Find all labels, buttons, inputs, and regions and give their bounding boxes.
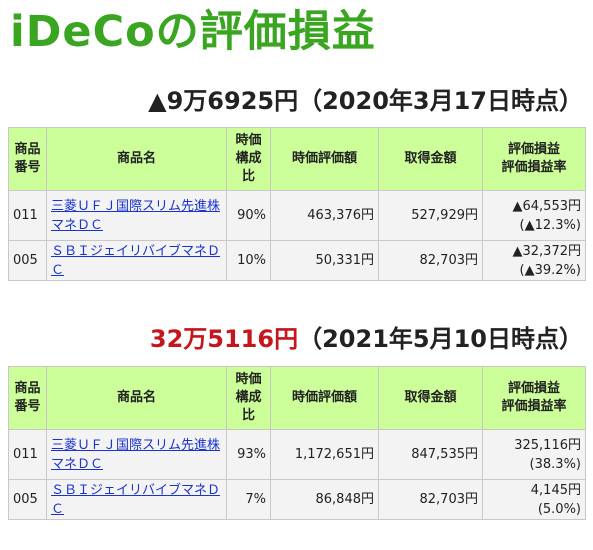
section1-table: 商品 番号 商品名 時価 構成比 時価評価額 取得金額 評価損益 評価損益率 011 …: [8, 127, 586, 281]
header-cost: 取得金額: [378, 366, 483, 430]
row-code: 011: [8, 190, 47, 241]
header-name: 商品名: [46, 127, 227, 191]
row-gain: ▲32,372円 (▲39.2%): [482, 240, 586, 281]
fund-link[interactable]: 三菱ＵＦＪ国際スリム先進株マネＤＣ: [51, 199, 220, 233]
table-row: 005 ＳＢＩジェイリバイブマネＤＣ 7% 86,848円 82,703円 4,…: [8, 479, 586, 520]
row-market: 463,376円: [270, 190, 379, 241]
table-header-row: 商品 番号 商品名 時価 構成比 時価評価額 取得金額 評価損益 評価損益率: [8, 366, 586, 430]
table-row: 011 三菱ＵＦＪ国際スリム先進株マネＤＣ 93% 1,172,651円 847…: [8, 429, 586, 480]
table-row: 011 三菱ＵＦＪ国際スリム先進株マネＤＣ 90% 463,376円 527,9…: [8, 190, 586, 241]
table-row: 005 ＳＢＩジェイリバイブマネＤＣ 10% 50,331円 82,703円 ▲…: [8, 240, 586, 281]
row-market: 1,172,651円: [270, 429, 379, 480]
row-code: 011: [8, 429, 47, 480]
header-cost: 取得金額: [378, 127, 483, 191]
row-cost: 847,535円: [378, 429, 483, 480]
header-name: 商品名: [46, 366, 227, 430]
row-name: ＳＢＩジェイリバイブマネＤＣ: [46, 479, 227, 520]
header-market: 時価評価額: [270, 366, 379, 430]
table-header-row: 商品 番号 商品名 時価 構成比 時価評価額 取得金額 評価損益 評価損益率: [8, 127, 586, 191]
gain-value: ▲64,553円: [512, 198, 582, 214]
row-name: ＳＢＩジェイリバイブマネＤＣ: [46, 240, 227, 281]
page: iDeCoの評価損益 ▲9万6925円（2020年3月17日時点） 商品 番号 商…: [0, 0, 593, 550]
section2-table: 商品 番号 商品名 時価 構成比 時価評価額 取得金額 評価損益 評価損益率 011 …: [8, 366, 586, 520]
page-title: iDeCoの評価損益: [10, 7, 376, 57]
fund-link[interactable]: ＳＢＩジェイリバイブマネＤＣ: [51, 244, 220, 278]
row-gain: ▲64,553円 (▲12.3%): [482, 190, 586, 241]
row-market: 50,331円: [270, 240, 379, 281]
section2-date: （2021年5月10日時点）: [298, 325, 583, 353]
section1-date: （2020年3月17日時点）: [298, 87, 583, 115]
row-ratio: 10%: [226, 240, 271, 281]
row-ratio: 90%: [226, 190, 271, 241]
section2-amount: 32万5116円: [149, 325, 299, 353]
row-code: 005: [8, 240, 47, 281]
row-market: 86,848円: [270, 479, 379, 520]
row-gain: 325,116円 (38.3%): [482, 429, 586, 480]
row-cost: 527,929円: [378, 190, 483, 241]
row-code: 005: [8, 479, 47, 520]
header-gain: 評価損益 評価損益率: [482, 127, 586, 191]
gain-value: ▲32,372円: [512, 243, 582, 259]
header-ratio: 時価 構成比: [226, 127, 271, 191]
header-ratio: 時価 構成比: [226, 366, 271, 430]
row-ratio: 93%: [226, 429, 271, 480]
section1-heading: ▲9万6925円（2020年3月17日時点）: [148, 85, 583, 117]
gain-rate: (5.0%): [537, 501, 581, 517]
gain-rate: (▲12.3%): [519, 217, 581, 233]
fund-link[interactable]: ＳＢＩジェイリバイブマネＤＣ: [51, 483, 220, 517]
section1-amount: ▲9万6925円: [148, 87, 299, 115]
row-name: 三菱ＵＦＪ国際スリム先進株マネＤＣ: [46, 190, 227, 241]
row-ratio: 7%: [226, 479, 271, 520]
header-gain: 評価損益 評価損益率: [482, 366, 586, 430]
row-cost: 82,703円: [378, 240, 483, 281]
section2-heading: 32万5116円（2021年5月10日時点）: [150, 323, 583, 355]
row-gain: 4,145円 (5.0%): [482, 479, 586, 520]
gain-rate: (▲39.2%): [519, 262, 581, 278]
row-name: 三菱ＵＦＪ国際スリム先進株マネＤＣ: [46, 429, 227, 480]
header-code: 商品 番号: [8, 366, 47, 430]
header-market: 時価評価額: [270, 127, 379, 191]
gain-value: 325,116円: [514, 437, 581, 453]
header-code: 商品 番号: [8, 127, 47, 191]
gain-rate: (38.3%): [529, 456, 581, 472]
row-cost: 82,703円: [378, 479, 483, 520]
fund-link[interactable]: 三菱ＵＦＪ国際スリム先進株マネＤＣ: [51, 438, 220, 472]
gain-value: 4,145円: [530, 482, 581, 498]
